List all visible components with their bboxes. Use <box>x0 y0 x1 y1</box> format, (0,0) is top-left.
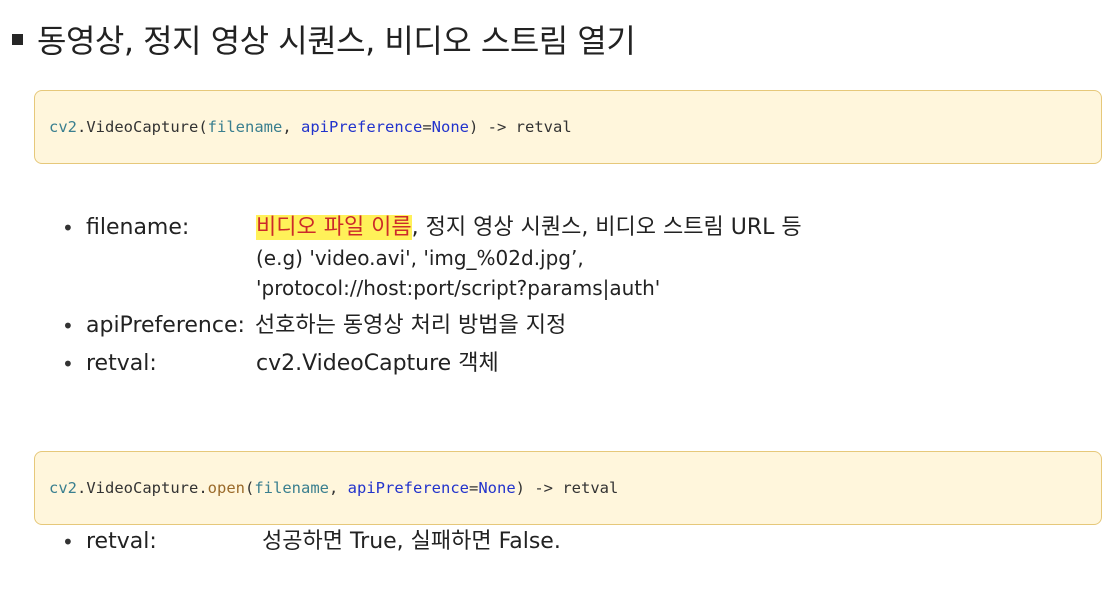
param-desc-retval-open: 성공하면 True, 실패하면 False. <box>262 529 561 554</box>
param-name-apipreference: apiPreference: <box>86 313 245 338</box>
code-class: VideoCapture <box>86 479 199 497</box>
code-separator: , <box>282 118 301 136</box>
code-return: -> retval <box>525 479 619 497</box>
code-default-none: None <box>478 479 516 497</box>
code-default-none: None <box>431 118 469 136</box>
bullet-dot-icon: • <box>62 216 74 240</box>
param-name-filename: filename: <box>86 215 190 240</box>
code-arg-filename: filename <box>207 118 283 136</box>
code-return: -> retval <box>478 118 572 136</box>
param-desc-retval: cv2.VideoCapture 객체 <box>256 351 499 376</box>
param-name-retval: retval: <box>86 351 157 376</box>
code-open-paren: ( <box>245 479 255 497</box>
code-arg-apipreference: apiPreference <box>301 118 423 136</box>
code-block-videocapture-open: cv2. VideoCapture. open(filename, apiPrefe… <box>34 451 1102 525</box>
square-bullet-icon <box>12 33 23 45</box>
code-close-paren: ) <box>515 479 526 497</box>
param-name-retval: retval: <box>86 529 157 554</box>
filename-desc-line: 비디오 파일 이름, 정지 영상 시퀀스, 비디오 스트림 URL 등 <box>256 213 802 243</box>
code-equals: = <box>469 479 479 497</box>
bullet-dot-icon: • <box>62 314 74 338</box>
code-module: cv2 <box>49 118 77 136</box>
param-desc-filename: 비디오 파일 이름, 정지 영상 시퀀스, 비디오 스트림 URL 등 (e.g… <box>256 213 802 303</box>
code-arg-apipreference: apiPreference <box>347 479 469 497</box>
list-item-apipreference: • apiPreference: 선호하는 동영상 처리 방법을 지정 <box>62 311 802 341</box>
code-function: VideoCapture <box>86 118 199 136</box>
filename-example-line-2: 'protocol://host:port/script?params|auth… <box>256 276 661 300</box>
code-module: cv2 <box>49 479 77 497</box>
param-list-videocapture: • filename: 비디오 파일 이름, 정지 영상 시퀀스, 비디오 스트… <box>62 213 802 387</box>
bullet-dot-icon: • <box>62 352 74 376</box>
code-dot: . <box>198 479 208 497</box>
filename-example-line-1: (e.g) 'video.avi', 'img_%02d.jpg’, <box>256 246 584 270</box>
code-dot: . <box>77 479 87 497</box>
slide-title: 동영상, 정지 영상 시퀀스, 비디오 스트림 열기 <box>10 14 636 64</box>
code-block-videocapture: cv2. VideoCapture(filename, apiPreference… <box>34 90 1102 164</box>
code-arg-filename: filename <box>254 479 329 497</box>
list-item-filename: • filename: 비디오 파일 이름, 정지 영상 시퀀스, 비디오 스트… <box>62 213 802 303</box>
code-close-paren: ) <box>469 118 479 136</box>
slide-title-text: 동영상, 정지 영상 시퀀스, 비디오 스트림 열기 <box>37 22 636 60</box>
code-open-paren: ( <box>198 118 208 136</box>
code-method-open: open <box>207 479 245 497</box>
param-desc-apipreference: 선호하는 동영상 처리 방법을 지정 <box>254 313 567 338</box>
param-list-open: • retval: 성공하면 True, 실패하면 False. <box>62 527 561 565</box>
list-item-retval-open: • retval: 성공하면 True, 실패하면 False. <box>62 527 561 557</box>
filename-desc-rest: , 정지 영상 시퀀스, 비디오 스트림 URL 등 <box>411 215 802 240</box>
highlighted-text: 비디오 파일 이름 <box>256 215 412 240</box>
code-dot: . <box>77 118 87 136</box>
code-equals: = <box>422 118 432 136</box>
bullet-dot-icon: • <box>62 530 74 554</box>
code-separator: , <box>329 479 348 497</box>
list-item-retval: • retval: cv2.VideoCapture 객체 <box>62 349 802 379</box>
